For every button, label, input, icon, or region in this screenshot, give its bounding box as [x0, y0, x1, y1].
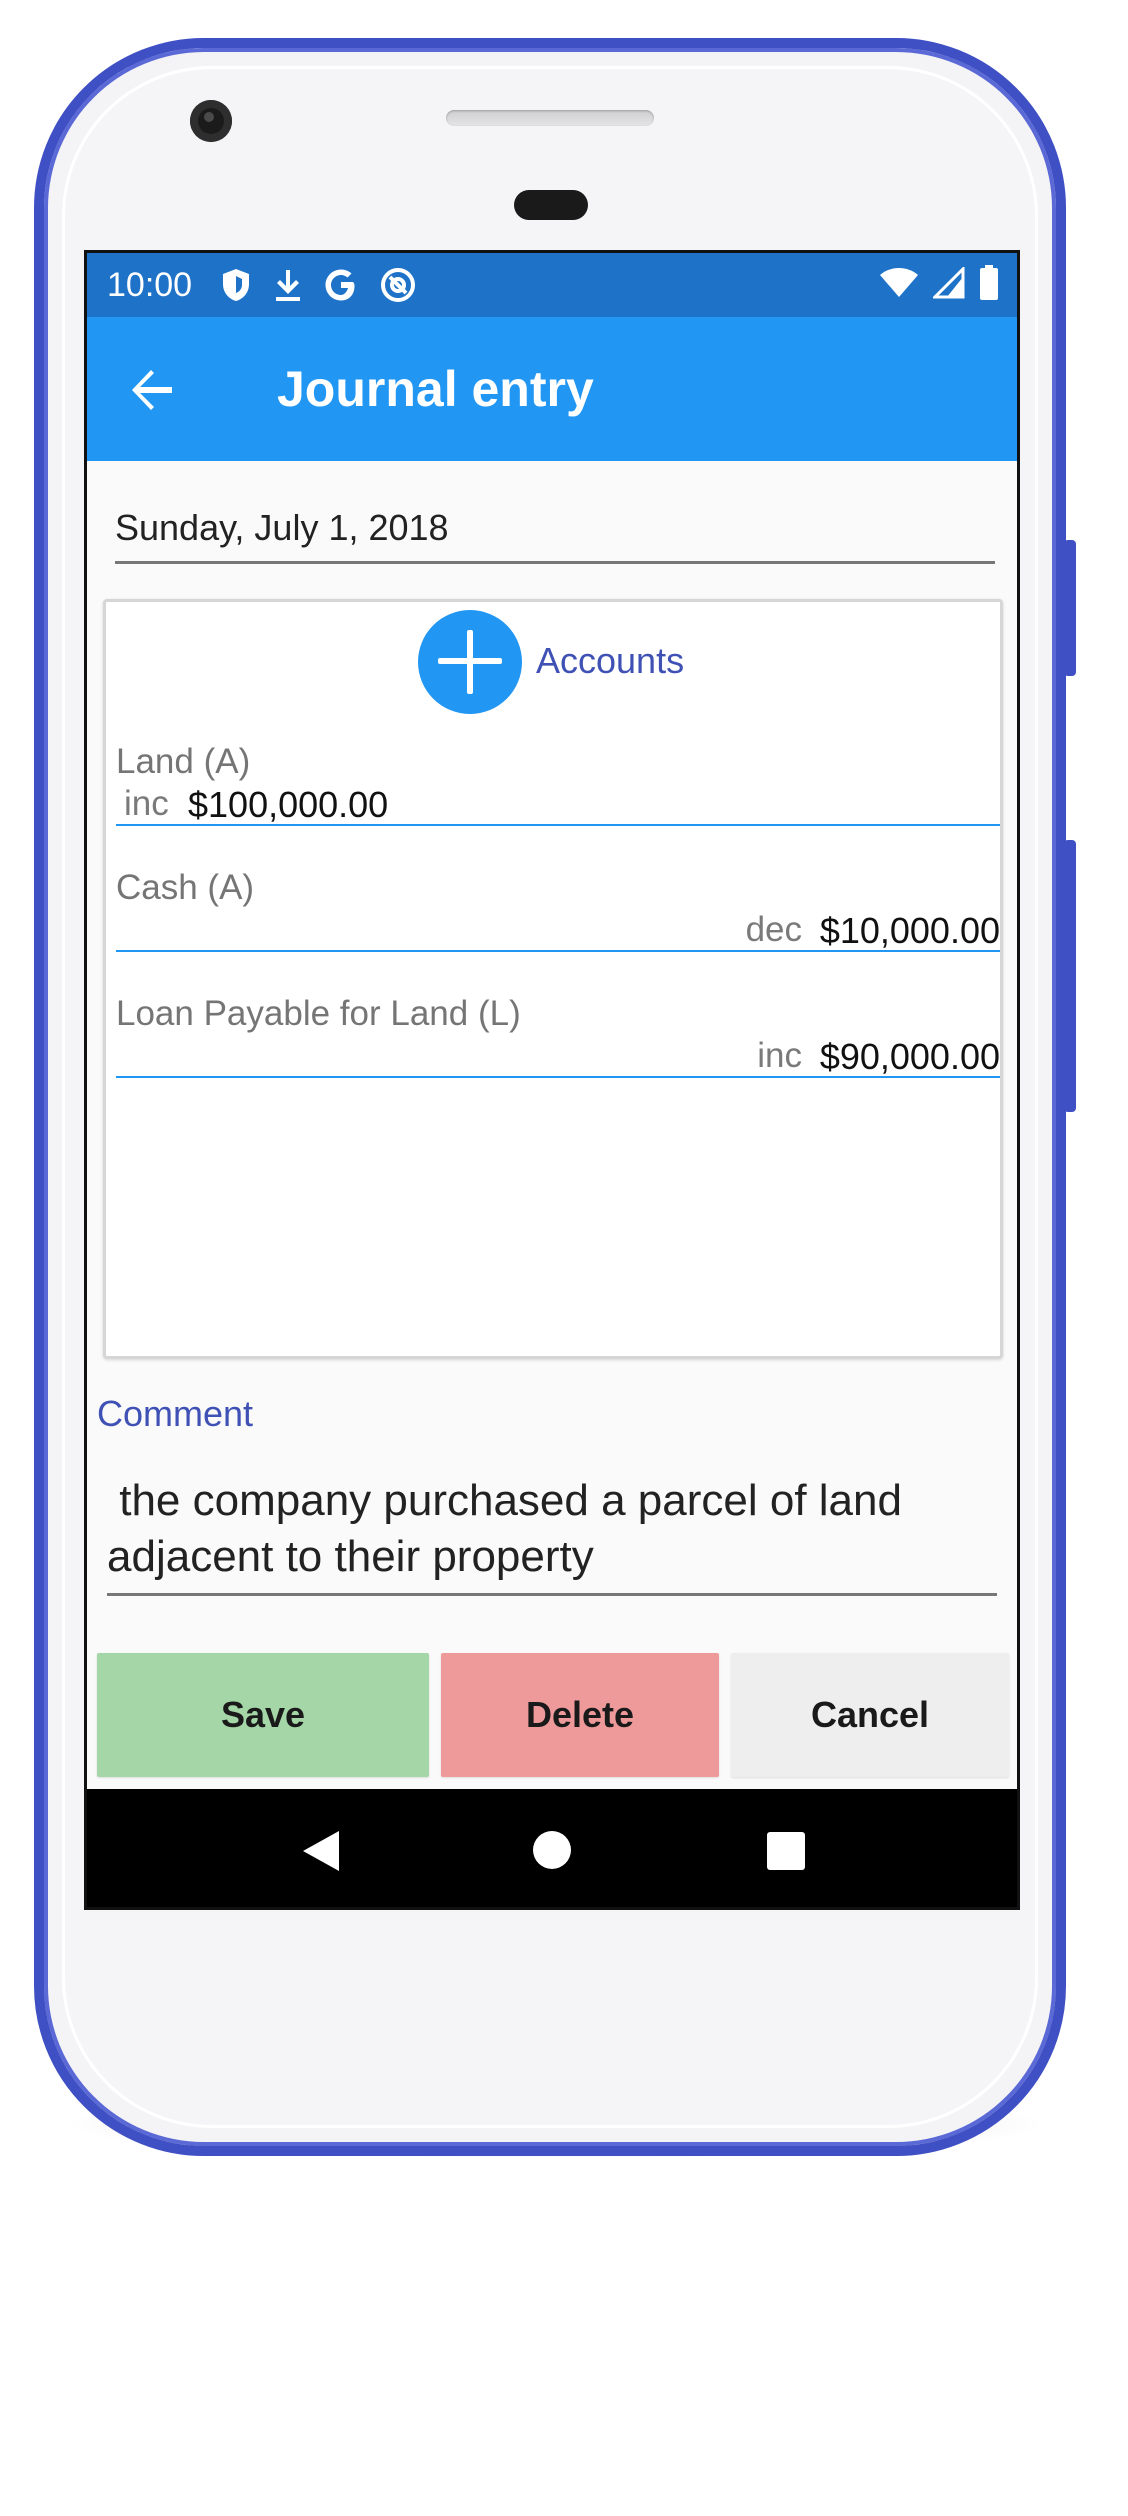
status-bar: 10:00 — [87, 253, 1017, 317]
account-entry-loan-payable[interactable]: Loan Payable for Land (L) inc $90,000.00 — [116, 994, 1000, 1120]
field-underline — [116, 824, 1000, 826]
comment-input[interactable]: the company purchased a parcel of land a… — [107, 1473, 997, 1585]
volume-button — [1064, 840, 1076, 1112]
account-name: Cash (A) — [116, 868, 255, 907]
accounts-panel: Accounts Land (A) inc $100,000.00 Cash (… — [103, 599, 1003, 1359]
field-underline — [116, 1076, 1000, 1078]
earpiece-speaker — [446, 110, 654, 126]
nav-recents-icon[interactable] — [767, 1832, 805, 1870]
status-right-icons — [879, 253, 999, 317]
google-icon — [324, 268, 358, 302]
at-sign-icon — [380, 267, 416, 303]
date-field[interactable]: Sunday, July 1, 2018 — [115, 503, 995, 564]
accounts-label[interactable]: Accounts — [536, 640, 684, 682]
page-title: Journal entry — [277, 361, 594, 417]
wifi-icon — [879, 267, 919, 304]
cancel-button[interactable]: Cancel — [731, 1653, 1009, 1777]
arrow-left-icon — [132, 370, 172, 410]
entry-direction: dec — [745, 910, 802, 949]
amount-field[interactable]: $100,000.00 — [188, 784, 388, 826]
shield-icon — [220, 267, 252, 303]
power-button — [1064, 540, 1076, 676]
nav-home-icon[interactable] — [533, 1831, 571, 1869]
amount-field[interactable]: $10,000.00 — [820, 910, 1000, 952]
front-camera — [190, 100, 232, 142]
comment-label: Comment — [97, 1393, 254, 1434]
account-name: Loan Payable for Land (L) — [116, 994, 521, 1033]
battery-icon — [979, 264, 999, 306]
download-icon — [274, 268, 302, 302]
status-time: 10:00 — [107, 265, 193, 304]
proximity-sensor — [514, 190, 588, 220]
amount-field[interactable]: $90,000.00 — [820, 1036, 1000, 1078]
system-nav-bar — [87, 1789, 1017, 1907]
entry-direction: inc — [757, 1036, 802, 1075]
delete-button[interactable]: Delete — [441, 1653, 719, 1777]
signal-icon — [931, 264, 965, 304]
comment-underline — [107, 1593, 997, 1596]
entry-direction: inc — [124, 784, 169, 823]
account-entry-land[interactable]: Land (A) inc $100,000.00 — [116, 742, 1000, 868]
back-button[interactable] — [117, 355, 187, 425]
add-account-button[interactable] — [418, 610, 522, 714]
nav-back-icon[interactable] — [301, 1829, 341, 1878]
save-button[interactable]: Save — [97, 1653, 429, 1777]
account-entry-cash[interactable]: Cash (A) dec $10,000.00 — [116, 868, 1000, 994]
app-bar: Journal entry — [87, 317, 1017, 461]
app-screen: 10:00 Journal entry Sunday, July 1, 2018… — [84, 250, 1020, 1910]
account-name: Land (A) — [116, 742, 251, 781]
field-underline — [116, 950, 1000, 952]
